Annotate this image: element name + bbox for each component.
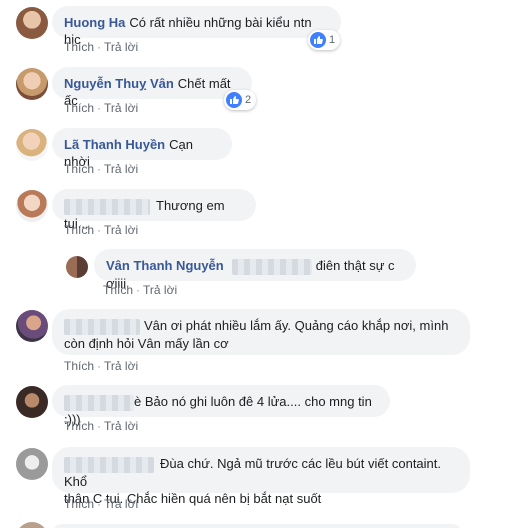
reply-button[interactable]: Trả lời [104, 497, 138, 511]
reply-button[interactable]: Trả lời [104, 223, 138, 237]
comment-actions: Thích · Trả lời [64, 162, 141, 176]
reaction-number: 2 [245, 94, 252, 106]
comment-actions: Thích · Trả lời [64, 40, 141, 54]
comment-bubble: Vân ơi phát nhiều lắm ấy. Quảng cáo khắp… [52, 309, 470, 355]
commenter-name[interactable]: Vân Thanh Nguyễn [106, 258, 224, 273]
comment-bubble: Nguyễn Thuỵ Vân Chết mất ấc [52, 67, 252, 108]
like-button[interactable]: Thích [64, 101, 94, 115]
avatar[interactable] [16, 386, 48, 418]
reply-button[interactable]: Trả lời [143, 283, 177, 297]
redacted-name [64, 394, 134, 411]
separator-dot: · [97, 419, 102, 433]
separator-dot: · [97, 162, 102, 176]
reply-button[interactable]: Trả lời [104, 101, 138, 115]
comment-bubble: Đùa chứ. Ngả mũ trước các lều bút viết c… [52, 447, 470, 506]
comment-text-line1: Vân ơi phát nhiều lắm ấy. Quảng cáo khắp… [144, 318, 449, 333]
reply-button[interactable]: Trả lời [104, 359, 138, 373]
separator-dot: · [97, 40, 102, 54]
redacted-name [64, 456, 154, 473]
like-icon [310, 32, 326, 48]
reaction-number: 1 [329, 34, 336, 46]
comment-bubble: Lã Thanh Huyền Cạn nhời [52, 128, 232, 169]
commenter-name[interactable]: Nguyễn Thuỵ Vân [64, 76, 174, 91]
like-button[interactable]: Thích [64, 223, 94, 237]
comment-actions: Thích · Trả lời [64, 223, 141, 237]
avatar[interactable] [66, 256, 88, 278]
commenter-name[interactable]: Lã Thanh Huyền [64, 137, 165, 152]
comment-actions: Thích · Trả lời [64, 497, 141, 511]
like-button[interactable]: Thích [64, 497, 94, 511]
reaction-count[interactable]: 2 [224, 90, 257, 110]
avatar[interactable] [16, 310, 48, 342]
avatar[interactable] [16, 129, 48, 161]
redacted-name [64, 318, 140, 335]
avatar[interactable] [16, 448, 48, 480]
avatar[interactable] [16, 190, 48, 222]
reply-button[interactable]: Trả lời [104, 162, 138, 176]
like-icon [226, 92, 242, 108]
like-button[interactable]: Thích [64, 419, 94, 433]
reply-actions: Thích · Trả lời [103, 283, 180, 297]
reply-button[interactable]: Trả lời [104, 40, 138, 54]
like-button[interactable]: Thích [64, 162, 94, 176]
comment-actions: Thích · Trả lời [64, 419, 141, 433]
comment-actions: Thích · Trả lời [64, 359, 141, 373]
reply-button[interactable]: Trả lời [104, 419, 138, 433]
reaction-count[interactable]: 1 [308, 30, 341, 50]
comment-bubble: è Bảo nó ghi luôn đê 4 lửa.... cho mng t… [52, 385, 390, 427]
like-button[interactable]: Thích [103, 283, 133, 297]
comment-text-line2: còn định hỏi Vân mấy lần cơ [64, 335, 229, 351]
comment-bubble [52, 524, 462, 528]
avatar[interactable] [16, 7, 48, 39]
avatar[interactable] [16, 522, 48, 528]
separator-dot: · [97, 223, 102, 237]
separator-dot: · [97, 359, 102, 373]
comment-actions: Thích · Trả lời [64, 101, 141, 115]
separator-dot: · [97, 497, 102, 511]
avatar[interactable] [16, 68, 48, 100]
like-button[interactable]: Thích [64, 40, 94, 54]
like-button[interactable]: Thích [64, 359, 94, 373]
comment-bubble: Thương em tui... [52, 189, 256, 231]
redacted-name [64, 198, 150, 215]
commenter-name[interactable]: Huong Ha [64, 15, 125, 30]
comment-bubble: Huong Ha Có rất nhiều những bài kiểu ntn … [52, 6, 341, 47]
reply-bubble: Vân Thanh Nguyễn điên thật sự c ơiiii [94, 249, 416, 291]
redacted-mention [231, 258, 312, 275]
separator-dot: · [97, 101, 102, 115]
separator-dot: · [136, 283, 141, 297]
